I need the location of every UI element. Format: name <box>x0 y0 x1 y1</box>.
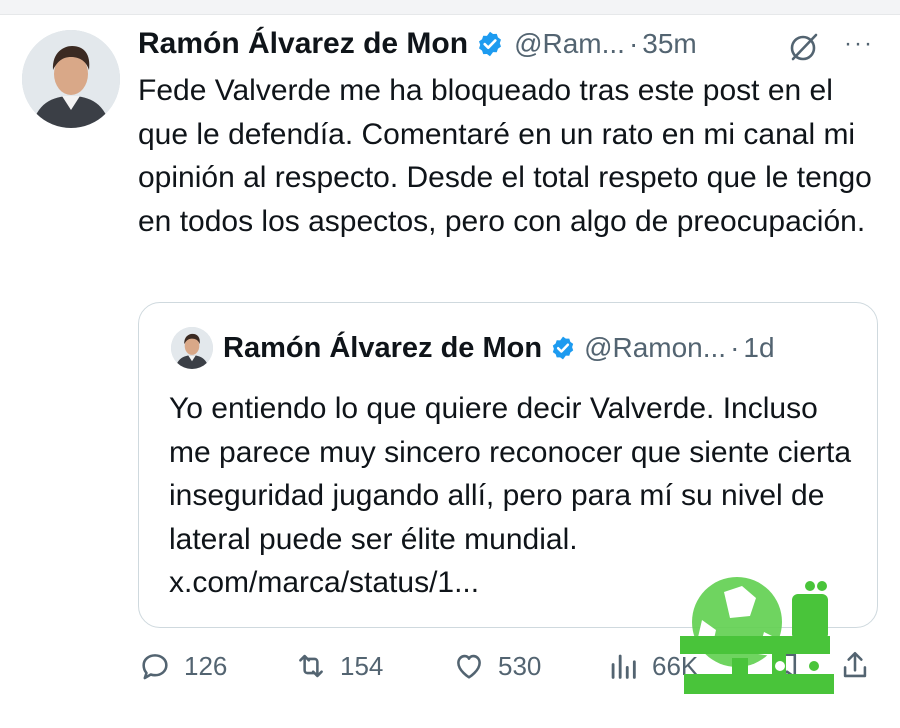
quoted-timestamp[interactable]: 1d <box>743 332 774 364</box>
share-icon <box>843 651 867 678</box>
separator-dot: · <box>730 332 740 363</box>
tweet[interactable]: Ramón Álvarez de Mon @Ram... · 35m ··· F… <box>0 14 900 728</box>
quoted-header: Ramón Álvarez de Mon @Ramon... · 1d <box>223 330 775 366</box>
avatar[interactable] <box>22 30 120 128</box>
like-button[interactable]: 530 <box>452 644 541 688</box>
like-icon <box>457 654 481 679</box>
previous-item-divider <box>0 0 900 15</box>
quoted-text: Yo entiendo lo que quiere decir Valverde… <box>169 392 852 599</box>
quoted-handle[interactable]: @Ramon... <box>584 332 726 364</box>
more-options-icon[interactable]: ··· <box>844 30 874 58</box>
reply-button[interactable]: 126 <box>138 644 227 688</box>
author-name[interactable]: Ramón Álvarez de Mon <box>138 27 468 61</box>
separator-dot: · <box>628 28 639 59</box>
reply-count: 126 <box>184 650 228 681</box>
author-handle[interactable]: @Ram... <box>514 28 625 60</box>
like-count: 530 <box>498 650 542 681</box>
repost-count: 154 <box>340 650 384 681</box>
tweet-text: Fede Valverde me ha bloqueado tras este … <box>138 74 872 238</box>
share-button[interactable] <box>838 644 884 688</box>
verified-badge-icon <box>550 335 576 361</box>
repost-icon <box>299 654 323 678</box>
watermark-logo <box>680 577 834 694</box>
views-icon <box>611 654 636 679</box>
timestamp[interactable]: 35m <box>642 28 696 60</box>
grok-icon[interactable] <box>787 30 821 64</box>
quoted-avatar[interactable] <box>171 327 213 369</box>
verified-badge-icon <box>476 30 504 58</box>
repost-button[interactable]: 154 <box>294 644 383 688</box>
quoted-author-name[interactable]: Ramón Álvarez de Mon <box>223 332 542 365</box>
tweet-header: Ramón Álvarez de Mon @Ram... · 35m <box>138 24 697 64</box>
reply-icon <box>142 654 168 680</box>
